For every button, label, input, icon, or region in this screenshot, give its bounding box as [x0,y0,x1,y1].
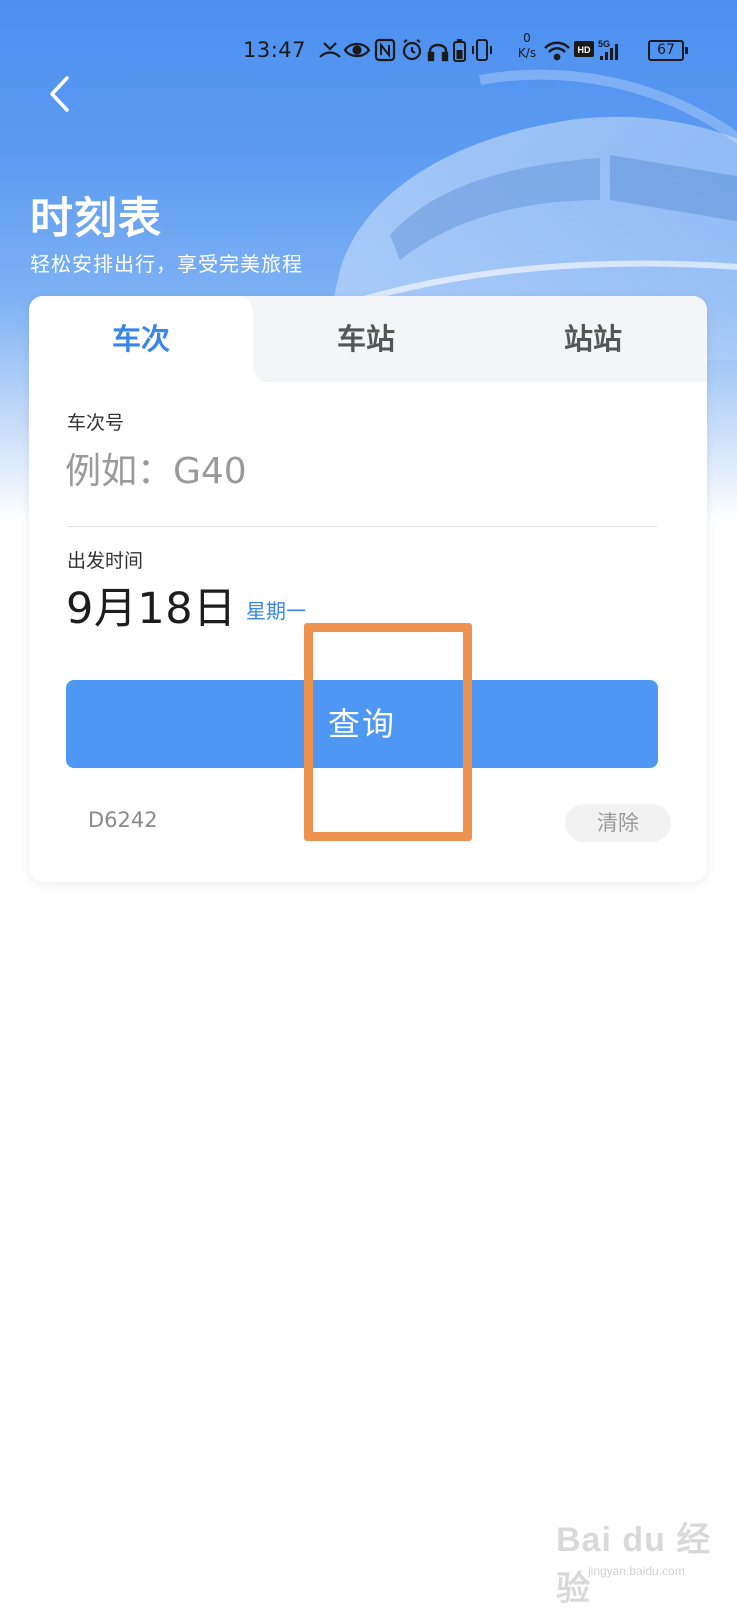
status-icons: HD 5G [319,38,618,62]
svg-text:HD: HD [578,45,591,55]
status-bar: 13:47 HD 5G 0 K/s 67 [0,30,737,70]
history-item[interactable]: D6242 [88,808,158,832]
eye-icon [343,42,371,58]
page-title: 时刻表 [30,194,162,244]
network-speed: 0 K/s [512,32,542,59]
train-number-input[interactable] [65,446,655,496]
network-speed-unit: K/s [517,46,537,60]
network-speed-value: 0 [523,31,531,45]
baidu-watermark: Bai du 经验 [556,1521,712,1608]
battery-indicator: 67 [648,40,688,61]
missed-call-icon [319,42,341,58]
svg-text:5G: 5G [598,39,610,49]
train-number-label: 车次号 [67,412,125,434]
departure-time-label: 出发时间 [67,550,144,572]
alarm-icon [402,39,422,61]
baidu-watermark-url: jingyan.baidu.com [588,1564,685,1578]
clear-history-button[interactable]: 清除 [565,804,671,842]
departure-weekday: 星期一 [246,599,306,623]
tab-station-to-station[interactable]: 站站 [479,296,707,382]
nfc-icon [374,38,396,62]
departure-date[interactable]: 9月18日 [66,574,237,636]
tab-bar: 车次 车站 站站 [29,296,707,382]
page-subtitle: 轻松安排出行，享受完美旅程 [30,252,303,276]
highlight-annotation [304,623,472,841]
back-arrow-icon[interactable] [42,74,82,114]
5g-signal-icon: 5G [598,39,618,60]
wifi-icon [544,41,570,61]
hd-icon: HD [574,41,594,57]
divider [67,526,657,527]
headphones-icon [427,43,449,62]
tab-station[interactable]: 车站 [253,296,479,382]
tab-train-number[interactable]: 车次 [29,296,253,382]
status-time: 13:47 [243,38,307,62]
vibrate-icon [472,39,492,61]
battery-saver-icon [453,39,466,62]
